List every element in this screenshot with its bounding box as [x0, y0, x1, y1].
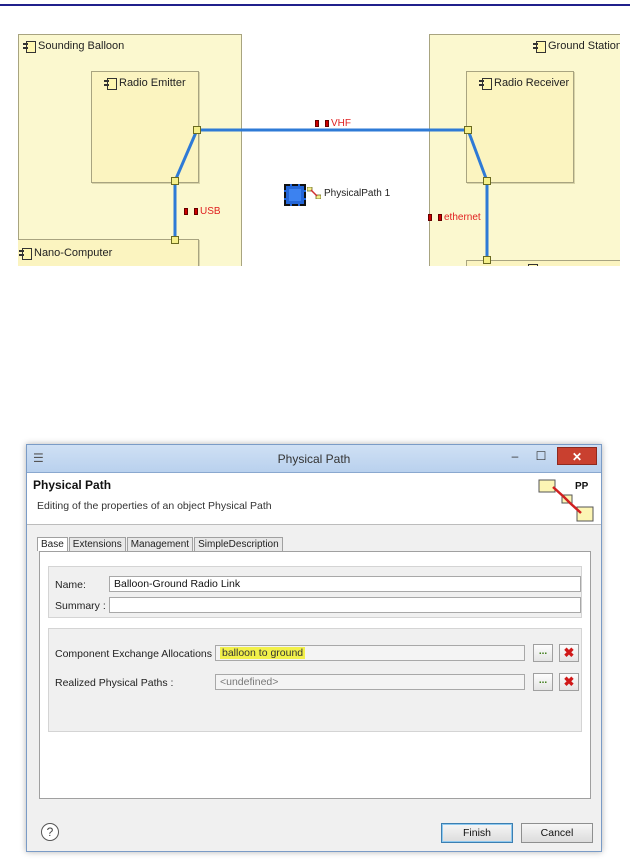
emitter-usb-link-line[interactable]: [173, 129, 199, 240]
header-description: Editing of the properties of an object P…: [37, 500, 272, 512]
port-receiver-left[interactable]: [464, 126, 472, 134]
summary-field[interactable]: [109, 597, 581, 613]
browse-allocations-button[interactable]: ...: [533, 644, 553, 662]
title-bar[interactable]: ☰ Physical Path – ☐ ✕: [27, 445, 601, 473]
name-label: Name:: [55, 579, 86, 591]
close-button[interactable]: ✕: [557, 447, 597, 465]
minimize-button[interactable]: –: [503, 447, 527, 465]
maximize-button[interactable]: ☐: [529, 447, 553, 465]
port-receiver-bottom[interactable]: [483, 177, 491, 185]
vhf-label[interactable]: VHF: [315, 118, 351, 129]
tab-content: Name: Balloon-Ground Radio Link Summary …: [39, 551, 591, 799]
remove-realized-paths-button[interactable]: ✖: [559, 673, 579, 691]
allocation-value: balloon to ground: [220, 647, 306, 659]
component-exchange-icon: [184, 208, 198, 215]
tab-base[interactable]: Base: [37, 537, 68, 551]
cancel-button[interactable]: Cancel: [521, 823, 593, 843]
tab-management[interactable]: Management: [126, 537, 194, 551]
component-exchange-allocations-field[interactable]: balloon to ground: [215, 645, 525, 661]
tab-extensions[interactable]: Extensions: [68, 537, 126, 551]
usb-label[interactable]: USB: [184, 206, 221, 217]
physical-path-dialog: ☰ Physical Path – ☐ ✕ Physical Path Edit…: [26, 444, 602, 852]
architecture-diagram: Sounding Balloon Radio Emitter Nano-Comp…: [18, 34, 620, 266]
browse-realized-paths-button[interactable]: ...: [533, 673, 553, 691]
component-exchange-icon: [428, 214, 442, 221]
receiver-ethernet-link-line[interactable]: [466, 129, 489, 260]
physical-path-icon: [307, 187, 321, 199]
allocation-group: Component Exchange Allocations : balloon…: [48, 628, 582, 732]
component-exchange-allocations-label: Component Exchange Allocations :: [55, 648, 218, 660]
tab-simple-description[interactable]: SimpleDescription: [194, 537, 283, 551]
identity-group: Name: Balloon-Ground Radio Link Summary …: [48, 566, 582, 618]
remove-allocations-button[interactable]: ✖: [559, 644, 579, 662]
name-field[interactable]: Balloon-Ground Radio Link: [109, 576, 581, 592]
port-computer-top[interactable]: [171, 236, 179, 244]
finish-button[interactable]: Finish: [441, 823, 513, 843]
header-title: Physical Path: [33, 478, 112, 492]
svg-text:PP: PP: [575, 481, 589, 492]
summary-label: Summary :: [55, 600, 106, 612]
port-emitter-bottom[interactable]: [171, 177, 179, 185]
physical-path-node[interactable]: [284, 184, 306, 206]
realized-physical-paths-label: Realized Physical Paths :: [55, 677, 174, 689]
realized-physical-paths-field[interactable]: <undefined>: [215, 674, 525, 690]
port-ground-lower[interactable]: [483, 256, 491, 264]
tab-bar: Base Extensions Management SimpleDescrip…: [37, 537, 284, 552]
physical-path-logo-icon: PP: [538, 479, 594, 522]
physical-path-label[interactable]: PhysicalPath 1: [307, 187, 390, 199]
ethernet-label[interactable]: ethernet: [428, 212, 481, 223]
top-rule: [0, 4, 630, 6]
dialog-header: Physical Path Editing of the properties …: [27, 473, 601, 525]
help-icon[interactable]: ?: [41, 823, 59, 841]
component-exchange-icon: [315, 120, 329, 127]
physical-links: [173, 128, 489, 260]
port-emitter-right[interactable]: [193, 126, 201, 134]
